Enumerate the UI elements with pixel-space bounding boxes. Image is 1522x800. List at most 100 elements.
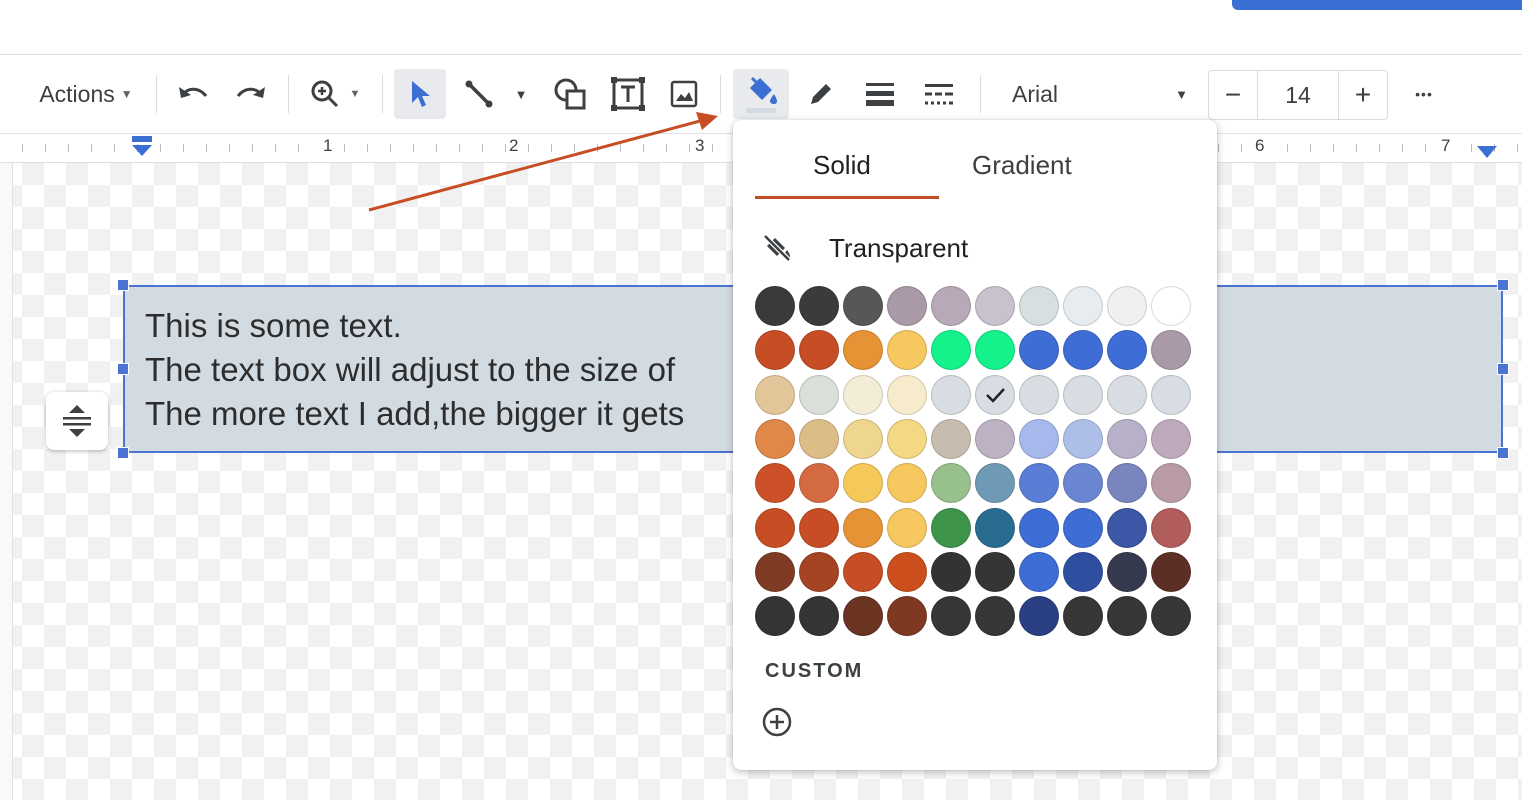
color-swatch[interactable] xyxy=(975,286,1015,326)
color-swatch[interactable] xyxy=(887,463,927,504)
color-swatch[interactable] xyxy=(931,330,971,371)
color-swatch[interactable] xyxy=(931,374,971,415)
color-swatch[interactable] xyxy=(755,374,795,415)
color-swatch[interactable] xyxy=(931,596,971,637)
color-swatch[interactable] xyxy=(755,286,795,326)
resize-handle-bottom-left[interactable] xyxy=(117,447,129,459)
color-swatch[interactable] xyxy=(887,418,927,459)
color-swatch[interactable] xyxy=(887,551,927,592)
color-swatch[interactable] xyxy=(1151,507,1191,548)
color-swatch[interactable] xyxy=(843,286,883,326)
color-swatch[interactable] xyxy=(843,551,883,592)
color-swatch[interactable] xyxy=(1019,286,1059,326)
color-swatch[interactable] xyxy=(843,596,883,637)
tab-gradient[interactable]: Gradient xyxy=(972,150,1072,181)
redo-button[interactable] xyxy=(226,69,276,119)
color-swatch[interactable] xyxy=(1107,374,1147,415)
color-swatch[interactable] xyxy=(1019,507,1059,548)
color-swatch[interactable] xyxy=(755,551,795,592)
color-swatch[interactable] xyxy=(1151,463,1191,504)
font-size-input[interactable]: 14 xyxy=(1257,71,1339,119)
color-swatch[interactable] xyxy=(1151,418,1191,459)
actions-menu[interactable]: Actions ▼ xyxy=(26,69,146,119)
border-dash-button[interactable] xyxy=(912,69,966,119)
color-swatch[interactable] xyxy=(1019,330,1059,371)
color-swatch[interactable] xyxy=(755,463,795,504)
color-swatch[interactable] xyxy=(1107,551,1147,592)
text-line[interactable]: This is some text. xyxy=(145,307,402,345)
color-swatch[interactable] xyxy=(931,463,971,504)
share-button[interactable] xyxy=(1232,0,1522,10)
color-swatch[interactable] xyxy=(887,374,927,415)
color-swatch[interactable] xyxy=(931,551,971,592)
more-options-button[interactable]: ••• xyxy=(1400,69,1448,119)
image-tool[interactable] xyxy=(661,69,707,119)
color-swatch[interactable] xyxy=(1063,374,1103,415)
color-swatch[interactable] xyxy=(1151,551,1191,592)
color-swatch[interactable] xyxy=(975,463,1015,504)
color-swatch[interactable] xyxy=(975,374,1015,415)
color-swatch[interactable] xyxy=(1107,463,1147,504)
color-swatch[interactable] xyxy=(843,418,883,459)
border-weight-button[interactable] xyxy=(853,69,907,119)
color-swatch[interactable] xyxy=(975,418,1015,459)
shape-tool[interactable] xyxy=(545,69,595,119)
color-swatch[interactable] xyxy=(755,418,795,459)
zoom-button[interactable]: ▼ xyxy=(300,69,370,119)
color-swatch[interactable] xyxy=(1107,596,1147,637)
color-swatch[interactable] xyxy=(1063,286,1103,326)
color-swatch[interactable] xyxy=(1063,507,1103,548)
autofit-toggle-button[interactable] xyxy=(46,392,108,450)
color-swatch[interactable] xyxy=(931,418,971,459)
color-swatch[interactable] xyxy=(1107,418,1147,459)
color-swatch[interactable] xyxy=(1151,286,1191,326)
color-swatch[interactable] xyxy=(1019,463,1059,504)
increase-font-size-button[interactable]: + xyxy=(1339,71,1387,119)
color-swatch[interactable] xyxy=(1019,374,1059,415)
add-custom-color-button[interactable] xyxy=(761,706,793,738)
color-swatch[interactable] xyxy=(887,286,927,326)
color-swatch[interactable] xyxy=(887,330,927,371)
color-swatch[interactable] xyxy=(843,330,883,371)
fill-color-button[interactable] xyxy=(733,69,789,119)
text-box-tool[interactable] xyxy=(603,69,653,119)
color-swatch[interactable] xyxy=(1107,507,1147,548)
color-swatch[interactable] xyxy=(1063,463,1103,504)
right-indent-marker[interactable] xyxy=(1475,144,1499,160)
left-indent-marker[interactable] xyxy=(130,134,154,160)
color-swatch[interactable] xyxy=(1107,286,1147,326)
color-swatch[interactable] xyxy=(1019,596,1059,637)
color-swatch[interactable] xyxy=(1151,330,1191,371)
color-swatch[interactable] xyxy=(843,374,883,415)
color-swatch[interactable] xyxy=(1019,418,1059,459)
transparent-option[interactable]: Transparent xyxy=(761,226,968,270)
text-line[interactable]: The text box will adjust to the size of xyxy=(145,351,675,389)
resize-handle-bottom-right[interactable] xyxy=(1497,447,1509,459)
color-swatch[interactable] xyxy=(843,463,883,504)
color-swatch[interactable] xyxy=(975,507,1015,548)
color-swatch[interactable] xyxy=(887,596,927,637)
tab-solid[interactable]: Solid xyxy=(813,150,871,181)
color-swatch[interactable] xyxy=(755,507,795,548)
color-swatch[interactable] xyxy=(799,286,839,326)
color-swatch[interactable] xyxy=(799,507,839,548)
font-family-select[interactable]: Arial ▼ xyxy=(1000,69,1200,119)
color-swatch[interactable] xyxy=(1063,330,1103,371)
line-tool[interactable] xyxy=(454,69,504,119)
resize-handle-top-left[interactable] xyxy=(117,279,129,291)
color-swatch[interactable] xyxy=(799,551,839,592)
color-swatch[interactable] xyxy=(931,507,971,548)
color-swatch[interactable] xyxy=(1107,330,1147,371)
color-swatch[interactable] xyxy=(799,330,839,371)
color-swatch[interactable] xyxy=(799,374,839,415)
text-line[interactable]: The more text I add,the bigger it gets xyxy=(145,395,684,433)
line-type-dropdown[interactable]: ▼ xyxy=(506,69,536,119)
resize-handle-top-right[interactable] xyxy=(1497,279,1509,291)
color-swatch[interactable] xyxy=(1063,596,1103,637)
color-swatch[interactable] xyxy=(755,330,795,371)
color-swatch[interactable] xyxy=(799,463,839,504)
color-swatch[interactable] xyxy=(755,596,795,637)
color-swatch[interactable] xyxy=(1151,596,1191,637)
resize-handle-left[interactable] xyxy=(117,363,129,375)
undo-button[interactable] xyxy=(168,69,218,119)
